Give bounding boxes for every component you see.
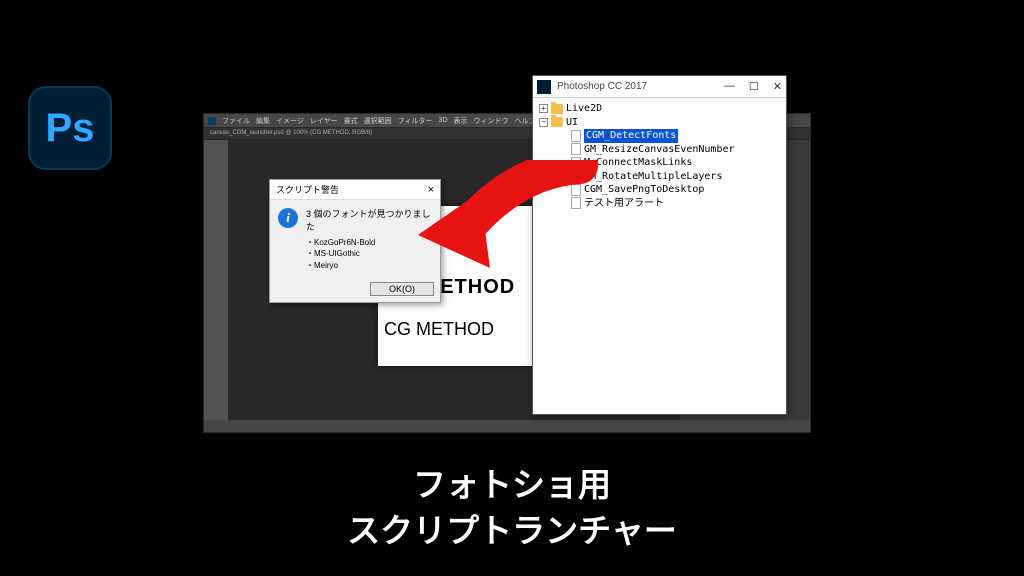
expand-icon[interactable]: + [539,104,548,113]
menu-item[interactable]: イメージ [276,116,304,126]
script-icon [571,130,581,142]
menu-item[interactable]: 編集 [256,116,270,126]
minimize-button[interactable]: — [724,80,735,93]
alert-font-item: ・KozGoPr6N-Bold [306,237,432,248]
close-icon[interactable]: × [428,184,434,196]
launcher-titlebar[interactable]: Photoshop CC 2017 — ☐ ✕ [533,76,786,98]
script-icon [571,143,581,155]
folder-icon [551,104,563,114]
photoshop-icon [537,80,551,94]
tool-slot[interactable] [206,270,226,285]
tool-slot[interactable] [206,334,226,349]
menu-item[interactable]: 3D [439,117,448,124]
launcher-window: Photoshop CC 2017 — ☐ ✕ + Live2D − UI CG… [532,75,787,415]
tree-item[interactable]: GM_RotateMultipleLayers [539,170,780,184]
status-bar [204,420,810,432]
tool-slot[interactable] [206,158,226,173]
tree-item[interactable]: CGM_DetectFonts [539,129,780,143]
alert-font-item: ・MS-UIGothic [306,248,432,259]
tool-slot[interactable] [206,142,226,157]
script-alert-dialog: スクリプト警告 × i 3 個のフォントが見つかりました ・KozGoPr6N-… [269,179,441,303]
document-tab-label: canvas_CGM_launcher.psd @ 100% (CG METHO… [210,130,372,136]
tree-item-label: CGM_DetectFonts [584,129,678,143]
tool-slot[interactable] [206,286,226,301]
script-icon [571,197,581,209]
menu-item[interactable]: ファイル [222,116,250,126]
tool-slot[interactable] [206,254,226,269]
info-icon: i [278,208,298,228]
app-icon [208,117,216,125]
tree-item[interactable]: GM_ResizeCanvasEvenNumber [539,143,780,157]
tree-item-label: GM_ResizeCanvasEvenNumber [584,143,735,157]
tool-slot[interactable] [206,222,226,237]
caption-line-2: スクリプトランチャー [0,508,1024,554]
photoshop-logo-text: Ps [46,106,95,151]
script-tree[interactable]: + Live2D − UI CGM_DetectFonts GM_ResizeC… [533,98,786,214]
tree-item[interactable]: M_ConnectMaskLinks [539,156,780,170]
tool-slot[interactable] [206,302,226,317]
tree-item-label: M_ConnectMaskLinks [584,156,692,170]
script-icon [571,170,581,182]
tool-slot[interactable] [206,190,226,205]
alert-title-text: スクリプト警告 [276,183,339,196]
tree-item-label: テスト用アラート [584,197,664,211]
tree-folder-label: Live2D [566,102,602,116]
tool-slot[interactable] [206,174,226,189]
tree-item[interactable]: CGM_SavePngToDesktop [539,183,780,197]
script-icon [571,184,581,196]
tree-folder[interactable]: − UI [539,116,780,130]
tree-folder-label: UI [566,116,578,130]
close-button[interactable]: ✕ [773,80,782,93]
alert-heading: 3 個のフォントが見つかりました [306,208,432,233]
alert-titlebar[interactable]: スクリプト警告 × [270,180,440,200]
launcher-title-text: Photoshop CC 2017 [557,81,724,92]
tree-folder[interactable]: + Live2D [539,102,780,116]
collapse-icon[interactable]: − [539,118,548,127]
tool-slot[interactable] [206,318,226,333]
tool-slot[interactable] [206,366,226,381]
menu-item[interactable]: 書式 [344,116,358,126]
tool-slot[interactable] [206,206,226,221]
ok-button[interactable]: OK(O) [370,282,434,296]
menu-item[interactable]: フィルター [398,116,433,126]
photoshop-logo: Ps [28,86,112,170]
tree-item-label: GM_RotateMultipleLayers [584,170,722,184]
menu-item[interactable]: 選択範囲 [364,116,392,126]
alert-font-item: ・Meiryo [306,260,432,271]
toolbar[interactable] [204,140,228,420]
tool-slot[interactable] [206,238,226,253]
tree-item-label: CGM_SavePngToDesktop [584,183,704,197]
caption-line-1: フォトショ用 [0,462,1024,508]
folder-icon [551,117,563,127]
caption: フォトショ用 スクリプトランチャー [0,462,1024,554]
tree-item[interactable]: テスト用アラート [539,197,780,211]
maximize-button[interactable]: ☐ [749,80,759,93]
menu-item[interactable]: ウィンドウ [474,116,509,126]
menu-item[interactable]: レイヤー [310,116,338,126]
script-icon [571,157,581,169]
tool-slot[interactable] [206,350,226,365]
menu-item[interactable]: 表示 [454,116,468,126]
